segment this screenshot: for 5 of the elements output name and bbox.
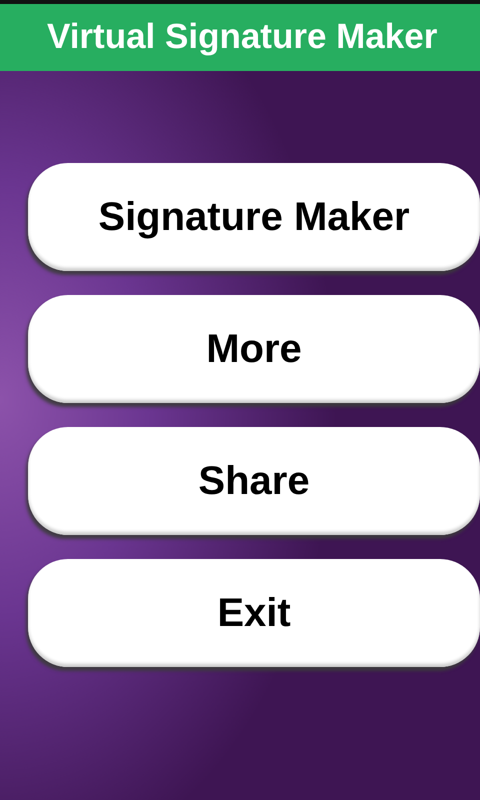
menu-button[interactable]: Exit: [28, 559, 480, 667]
menu-button[interactable]: More: [28, 295, 480, 403]
app-title: Virtual Signature Maker: [47, 16, 438, 58]
menu-button[interactable]: Signature Maker: [28, 163, 480, 271]
menu-button[interactable]: Share: [28, 427, 480, 535]
